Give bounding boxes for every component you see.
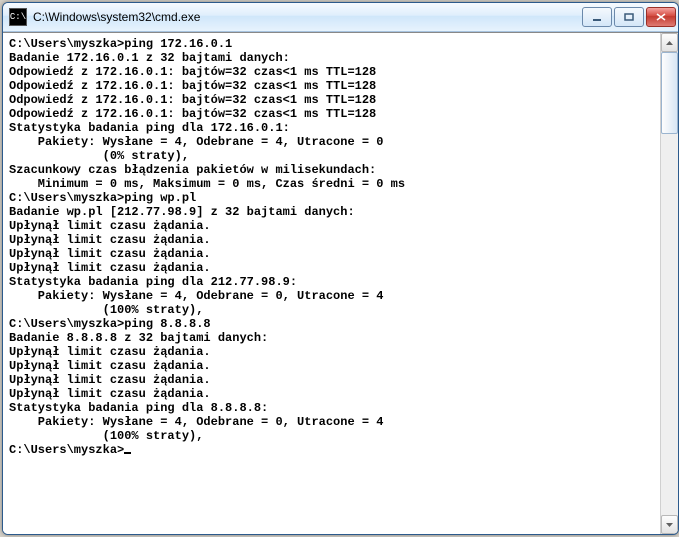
console-line: Upłynął limit czasu żądania. <box>9 387 654 401</box>
console-line: C:\Users\myszka>ping 8.8.8.8 <box>9 317 654 331</box>
text-cursor <box>124 452 131 454</box>
scroll-up-button[interactable] <box>661 33 678 52</box>
titlebar[interactable]: C:\ C:\Windows\system32\cmd.exe <box>3 3 678 32</box>
maximize-icon <box>624 13 634 21</box>
console-line: Upłynął limit czasu żądania. <box>9 247 654 261</box>
cmd-window: C:\ C:\Windows\system32\cmd.exe C:\Users… <box>2 2 679 535</box>
minimize-icon <box>592 13 602 21</box>
chevron-down-icon <box>666 523 673 527</box>
console-line: Odpowiedź z 172.16.0.1: bajtów=32 czas<1… <box>9 107 654 121</box>
console-line: Szacunkowy czas błądzenia pakietów w mil… <box>9 163 654 177</box>
console-line: Upłynął limit czasu żądania. <box>9 373 654 387</box>
console-line: Badanie 8.8.8.8 z 32 bajtami danych: <box>9 331 654 345</box>
console-line: Upłynął limit czasu żądania. <box>9 359 654 373</box>
console-line: Upłynął limit czasu żądania. <box>9 345 654 359</box>
scroll-down-button[interactable] <box>661 515 678 534</box>
console-line: Upłynął limit czasu żądania. <box>9 233 654 247</box>
console-line: C:\Users\myszka>ping 172.16.0.1 <box>9 37 654 51</box>
console-line: Odpowiedź z 172.16.0.1: bajtów=32 czas<1… <box>9 93 654 107</box>
console-line: Pakiety: Wysłane = 4, Odebrane = 0, Utra… <box>9 415 654 429</box>
scroll-track[interactable] <box>661 52 678 515</box>
close-button[interactable] <box>646 7 676 27</box>
console-line: Upłynął limit czasu żądania. <box>9 219 654 233</box>
console-line: (100% straty), <box>9 429 654 443</box>
console-line: C:\Users\myszka>ping wp.pl <box>9 191 654 205</box>
minimize-button[interactable] <box>582 7 612 27</box>
vertical-scrollbar[interactable] <box>660 33 678 534</box>
console-line: Odpowiedź z 172.16.0.1: bajtów=32 czas<1… <box>9 65 654 79</box>
window-buttons <box>582 7 676 27</box>
console-line: Pakiety: Wysłane = 4, Odebrane = 4, Utra… <box>9 135 654 149</box>
console-line: Minimum = 0 ms, Maksimum = 0 ms, Czas śr… <box>9 177 654 191</box>
chevron-up-icon <box>666 41 673 45</box>
maximize-button[interactable] <box>614 7 644 27</box>
console-line: Upłynął limit czasu żądania. <box>9 261 654 275</box>
console-line: Pakiety: Wysłane = 4, Odebrane = 0, Utra… <box>9 289 654 303</box>
scroll-thumb[interactable] <box>661 52 678 134</box>
console-line: Badanie 172.16.0.1 z 32 bajtami danych: <box>9 51 654 65</box>
console-line: Statystyka badania ping dla 8.8.8.8: <box>9 401 654 415</box>
console-line: (100% straty), <box>9 303 654 317</box>
close-icon <box>656 13 666 21</box>
console-line: (0% straty), <box>9 149 654 163</box>
window-title: C:\Windows\system32\cmd.exe <box>33 10 582 24</box>
console-line: Badanie wp.pl [212.77.98.9] z 32 bajtami… <box>9 205 654 219</box>
console-output[interactable]: C:\Users\myszka>ping 172.16.0.1Badanie 1… <box>3 33 660 534</box>
cmd-icon: C:\ <box>9 8 27 26</box>
console-line: C:\Users\myszka> <box>9 443 654 457</box>
console-line: Odpowiedź z 172.16.0.1: bajtów=32 czas<1… <box>9 79 654 93</box>
client-area: C:\Users\myszka>ping 172.16.0.1Badanie 1… <box>3 32 678 534</box>
console-line: Statystyka badania ping dla 172.16.0.1: <box>9 121 654 135</box>
console-line: Statystyka badania ping dla 212.77.98.9: <box>9 275 654 289</box>
